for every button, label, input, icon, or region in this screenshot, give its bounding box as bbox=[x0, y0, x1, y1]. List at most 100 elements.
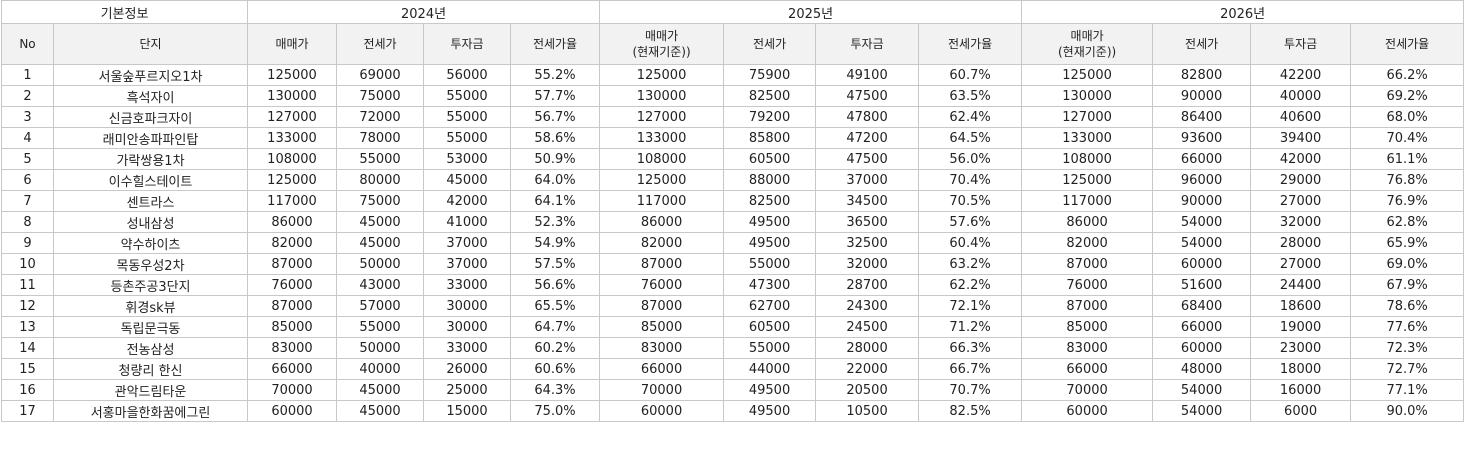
cell-2026-invest: 39400 bbox=[1250, 127, 1352, 149]
cell-2026-ratio: 77.1% bbox=[1350, 379, 1464, 401]
cell-no: 2 bbox=[1, 85, 54, 107]
cell-no: 8 bbox=[1, 211, 54, 233]
cell-2025-jeonse: 82500 bbox=[723, 190, 817, 212]
cell-2026-jeonse: 68400 bbox=[1152, 295, 1252, 317]
col-header-2025-invest: 투자금 bbox=[815, 23, 920, 65]
cell-2024-invest: 25000 bbox=[423, 379, 511, 401]
cell-2025-jeonse: 47300 bbox=[723, 274, 817, 296]
cell-2025-invest: 34500 bbox=[815, 190, 920, 212]
cell-2026-ratio: 76.9% bbox=[1350, 190, 1464, 212]
cell-2024-invest: 30000 bbox=[423, 295, 511, 317]
cell-2026-invest: 40600 bbox=[1250, 106, 1352, 128]
cell-2026-jeonse: 96000 bbox=[1152, 169, 1252, 191]
col-header-no: No bbox=[1, 23, 54, 65]
cell-2026-jeonse: 51600 bbox=[1152, 274, 1252, 296]
cell-2025-price: 83000 bbox=[599, 337, 725, 359]
cell-2025-invest: 47200 bbox=[815, 127, 920, 149]
table-row: 15 청량리 한신 66000 40000 26000 60.6% 66000 44000 22… bbox=[1, 358, 1464, 380]
cell-2024-jeonse: 50000 bbox=[336, 253, 424, 275]
cell-2024-price: 86000 bbox=[247, 211, 337, 233]
table-row: 14 전농삼성 83000 50000 33000 60.2% 83000 55000 2800… bbox=[1, 337, 1464, 359]
col-header-2025-price: 매매가 (현재기준)) bbox=[599, 23, 725, 65]
cell-2025-ratio: 60.4% bbox=[918, 232, 1023, 254]
cell-2024-jeonse: 78000 bbox=[336, 127, 424, 149]
cell-2025-ratio: 56.0% bbox=[918, 148, 1023, 170]
cell-2025-jeonse: 49500 bbox=[723, 232, 817, 254]
cell-2024-invest: 37000 bbox=[423, 232, 511, 254]
table-row: 6 이수힐스테이트 125000 80000 45000 64.0% 125000 88000… bbox=[1, 169, 1464, 191]
cell-2024-jeonse: 45000 bbox=[336, 400, 424, 422]
cell-2025-ratio: 71.2% bbox=[918, 316, 1023, 338]
cell-2025-jeonse: 49500 bbox=[723, 400, 817, 422]
cell-2026-ratio: 68.0% bbox=[1350, 106, 1464, 128]
cell-complex: 청량리 한신 bbox=[53, 358, 248, 380]
cell-2024-price: 127000 bbox=[247, 106, 337, 128]
cell-2026-jeonse: 90000 bbox=[1152, 85, 1252, 107]
cell-2024-price: 108000 bbox=[247, 148, 337, 170]
cell-2026-jeonse: 54000 bbox=[1152, 379, 1252, 401]
table-row: 5 가락쌍용1차 108000 55000 53000 50.9% 108000 60500 4… bbox=[1, 148, 1464, 170]
cell-2026-invest: 32000 bbox=[1250, 211, 1352, 233]
cell-complex: 성내삼성 bbox=[53, 211, 248, 233]
cell-2026-price: 60000 bbox=[1021, 400, 1154, 422]
cell-2025-price: 125000 bbox=[599, 64, 725, 86]
cell-2024-invest: 42000 bbox=[423, 190, 511, 212]
cell-2024-invest: 15000 bbox=[423, 400, 511, 422]
cell-2025-ratio: 70.5% bbox=[918, 190, 1023, 212]
cell-no: 1 bbox=[1, 64, 54, 86]
apartment-investment-table: 기본정보 2024년 2025년 2026년 No 단지 매매가 전세가 투자금… bbox=[1, 0, 1464, 422]
cell-no: 10 bbox=[1, 253, 54, 275]
cell-2024-ratio: 58.6% bbox=[509, 127, 601, 149]
cell-2024-ratio: 75.0% bbox=[509, 400, 601, 422]
col-header-2024-jeonse: 전세가 bbox=[336, 23, 424, 65]
cell-2025-price: 86000 bbox=[599, 211, 725, 233]
cell-2026-jeonse: 54000 bbox=[1152, 211, 1252, 233]
cell-2024-jeonse: 57000 bbox=[336, 295, 424, 317]
cell-2025-ratio: 57.6% bbox=[918, 211, 1023, 233]
col-header-2024-price: 매매가 bbox=[247, 23, 337, 65]
group-2024: 2024년 bbox=[246, 0, 601, 24]
group-header-row: 기본정보 2024년 2025년 2026년 bbox=[1, 0, 1464, 24]
cell-2024-ratio: 52.3% bbox=[509, 211, 601, 233]
col-header-2024-ratio: 전세가율 bbox=[509, 23, 601, 65]
cell-complex: 서홍마을한화꿈에그린 bbox=[53, 400, 248, 422]
cell-2025-price: 82000 bbox=[599, 232, 725, 254]
cell-2025-price: 108000 bbox=[599, 148, 725, 170]
col-header-2026-jeonse: 전세가 bbox=[1152, 23, 1252, 65]
cell-2024-jeonse: 45000 bbox=[336, 232, 424, 254]
cell-2024-jeonse: 55000 bbox=[336, 316, 424, 338]
cell-2025-invest: 47500 bbox=[815, 85, 920, 107]
cell-2024-price: 83000 bbox=[247, 337, 337, 359]
cell-2026-jeonse: 86400 bbox=[1152, 106, 1252, 128]
col-header-2025-ratio: 전세가율 bbox=[918, 23, 1023, 65]
cell-2026-invest: 18000 bbox=[1250, 358, 1352, 380]
cell-2024-ratio: 60.6% bbox=[509, 358, 601, 380]
cell-2024-price: 117000 bbox=[247, 190, 337, 212]
cell-no: 12 bbox=[1, 295, 54, 317]
col-header-2025-price-line2: (현재기준)) bbox=[632, 45, 691, 59]
cell-2024-invest: 33000 bbox=[423, 337, 511, 359]
cell-complex: 흑석자이 bbox=[53, 85, 248, 107]
cell-2026-price: 66000 bbox=[1021, 358, 1154, 380]
cell-2024-price: 85000 bbox=[247, 316, 337, 338]
cell-2026-price: 85000 bbox=[1021, 316, 1154, 338]
cell-2025-jeonse: 55000 bbox=[723, 253, 817, 275]
cell-2025-price: 66000 bbox=[599, 358, 725, 380]
col-header-2026-invest: 투자금 bbox=[1250, 23, 1352, 65]
cell-2026-invest: 18600 bbox=[1250, 295, 1352, 317]
cell-2024-price: 82000 bbox=[247, 232, 337, 254]
cell-2026-jeonse: 54000 bbox=[1152, 232, 1252, 254]
cell-2024-ratio: 60.2% bbox=[509, 337, 601, 359]
table-row: 12 휘경sk뷰 87000 57000 30000 65.5% 87000 62700 243… bbox=[1, 295, 1464, 317]
cell-2026-price: 87000 bbox=[1021, 253, 1154, 275]
cell-2024-jeonse: 80000 bbox=[336, 169, 424, 191]
cell-2025-jeonse: 79200 bbox=[723, 106, 817, 128]
cell-2026-invest: 6000 bbox=[1250, 400, 1352, 422]
table-body: 1 서울숲푸르지오1차 125000 69000 56000 55.2% 125000 759… bbox=[1, 64, 1464, 422]
cell-2026-ratio: 69.2% bbox=[1350, 85, 1464, 107]
cell-no: 6 bbox=[1, 169, 54, 191]
cell-2024-ratio: 55.2% bbox=[509, 64, 601, 86]
cell-2024-jeonse: 69000 bbox=[336, 64, 424, 86]
cell-2026-ratio: 76.8% bbox=[1350, 169, 1464, 191]
cell-2026-jeonse: 93600 bbox=[1152, 127, 1252, 149]
